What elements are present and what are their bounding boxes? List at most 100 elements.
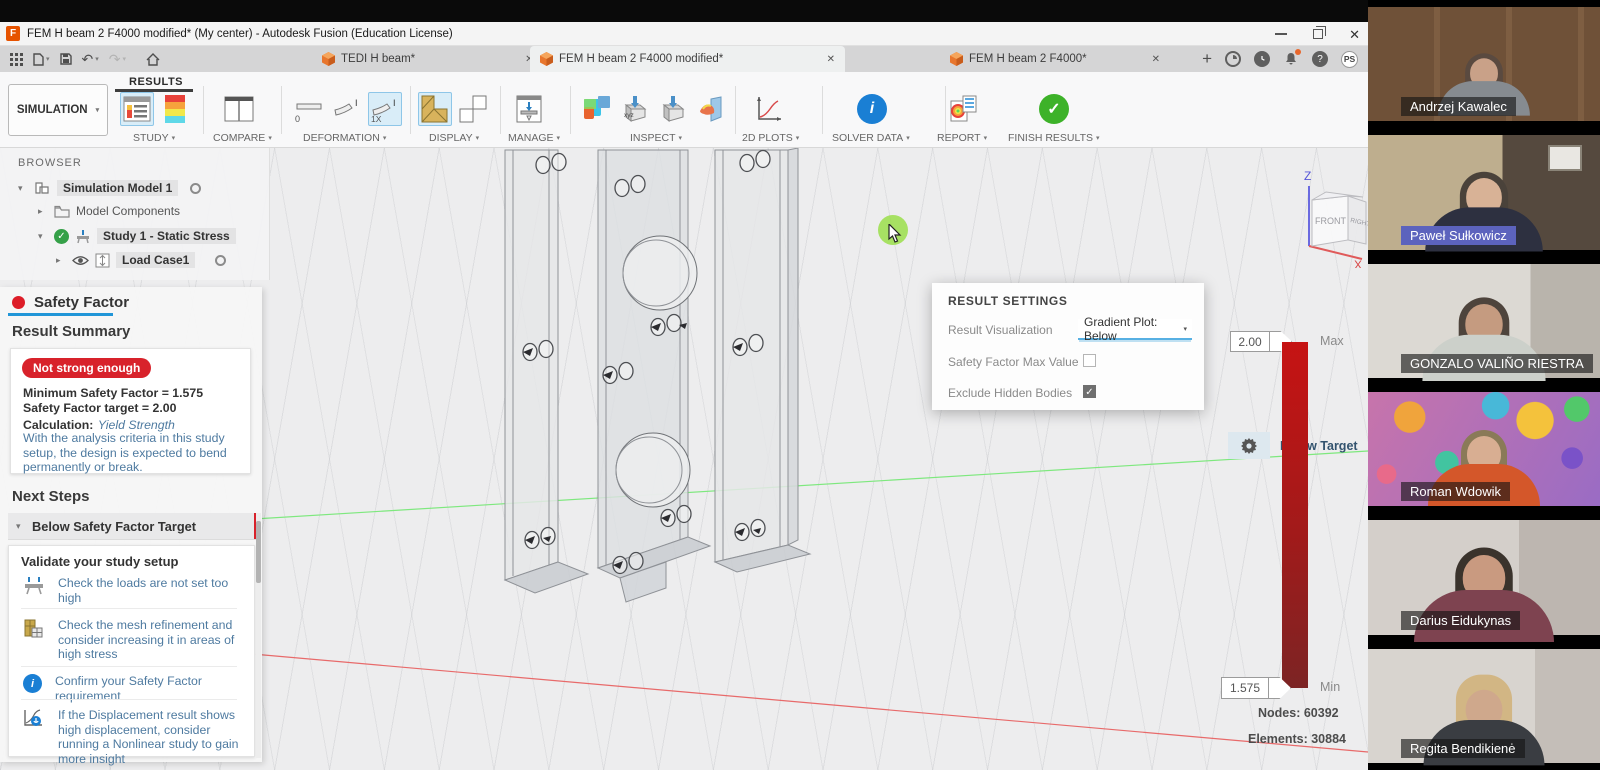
nodes-count: Nodes: 60392 bbox=[1258, 706, 1339, 720]
visibility-radio-icon[interactable] bbox=[190, 183, 201, 194]
new-tab-icon[interactable]: + bbox=[1202, 49, 1212, 69]
tree-item-study1[interactable]: ▾ ✓ Study 1 - Static Stress bbox=[38, 228, 236, 244]
group-display[interactable]: DISPLAY▾ bbox=[429, 132, 479, 144]
inspect-point-xyz-icon[interactable]: xyz bbox=[618, 92, 652, 126]
group-study[interactable]: STUDY▾ bbox=[133, 132, 175, 144]
next-step-nonlinear[interactable]: If the Displacement result shows high di… bbox=[23, 708, 242, 766]
tab-tedi-h-beam[interactable]: TEDI H beam* ✕ bbox=[312, 46, 544, 72]
h-beam-model[interactable] bbox=[430, 148, 890, 628]
meeting-participants-strip: Andrzej Kawalec Paweł Sułkowicz bbox=[1368, 0, 1600, 770]
eye-icon[interactable] bbox=[72, 255, 89, 266]
study-legend-icon[interactable] bbox=[158, 92, 192, 126]
chevron-down-icon[interactable]: ▾ bbox=[38, 231, 48, 242]
group-report[interactable]: REPORT▾ bbox=[937, 132, 987, 144]
legend-max-label: Max bbox=[1320, 334, 1344, 348]
chevron-right-icon[interactable]: ▸ bbox=[56, 255, 66, 266]
svg-text:I: I bbox=[355, 98, 358, 108]
close-tab-icon[interactable]: ✕ bbox=[827, 54, 835, 65]
restore-icon[interactable] bbox=[1313, 29, 1323, 39]
report-icon[interactable] bbox=[946, 92, 980, 126]
tab-fem-h-beam-modified[interactable]: FEM H beam 2 F4000 modified* ✕ bbox=[530, 46, 845, 72]
visibility-radio-icon[interactable] bbox=[215, 255, 226, 266]
title-bar: F FEM H beam 2 F4000 modified* (My cente… bbox=[0, 22, 1368, 46]
participant-tile[interactable]: Roman Wdowik bbox=[1368, 385, 1600, 513]
tree-item-simulation-model[interactable]: ▾ Simulation Model 1 bbox=[18, 180, 201, 196]
caret-down-icon: ▾ bbox=[46, 55, 50, 63]
notifications-bell-icon[interactable] bbox=[1283, 51, 1299, 67]
participant-tile[interactable]: Darius Eidukynas bbox=[1368, 513, 1600, 641]
min-safety-factor: Minimum Safety Factor = 1.575 bbox=[23, 386, 203, 400]
top-letterbox bbox=[0, 0, 1368, 22]
exclude-checkbox[interactable]: ✓ bbox=[1083, 385, 1096, 398]
inspect-slice-plane-icon[interactable] bbox=[694, 92, 728, 126]
participant-name: Roman Wdowik bbox=[1401, 482, 1510, 501]
component-icon bbox=[34, 180, 51, 196]
group-manage[interactable]: MANAGE▾ bbox=[508, 132, 560, 144]
app-grid-icon[interactable] bbox=[10, 53, 23, 66]
deformation-actual-icon[interactable]: I bbox=[330, 92, 364, 126]
fusion-document-icon bbox=[540, 52, 553, 66]
panel-scrollbar[interactable] bbox=[256, 513, 261, 758]
svg-text:Z: Z bbox=[1304, 169, 1311, 183]
svg-text:RIGHT: RIGHT bbox=[1350, 217, 1368, 228]
loads-icon bbox=[23, 576, 45, 596]
ribbon-tab-results[interactable]: RESULTS bbox=[129, 76, 183, 88]
result-description: With the analysis criteria in this study… bbox=[23, 431, 243, 475]
participant-tile[interactable]: Andrzej Kawalec bbox=[1368, 0, 1600, 128]
tree-item-load-case[interactable]: ▸ Load Case1 bbox=[56, 252, 226, 268]
compare-icon[interactable] bbox=[222, 92, 256, 126]
safety-factor-target: Safety Factor target = 2.00 bbox=[23, 401, 176, 415]
workspace-selector[interactable]: SIMULATION ▾ bbox=[8, 84, 108, 136]
svg-text:I: I bbox=[393, 98, 396, 108]
display-mesh-icon[interactable] bbox=[418, 92, 452, 126]
job-status-icon[interactable] bbox=[1225, 51, 1241, 67]
close-icon[interactable]: ✕ bbox=[1349, 28, 1360, 41]
max-value-checkbox[interactable] bbox=[1083, 354, 1096, 367]
below-target-section-header[interactable]: ▾ Below Safety Factor Target bbox=[8, 513, 260, 540]
finish-results-icon[interactable]: ✓ bbox=[1037, 92, 1071, 126]
group-solver-data[interactable]: SOLVER DATA▾ bbox=[832, 132, 910, 144]
minimize-icon[interactable] bbox=[1275, 33, 1287, 35]
participant-tile[interactable]: Paweł Sułkowicz bbox=[1368, 128, 1600, 256]
user-avatar[interactable]: PS bbox=[1341, 51, 1358, 68]
tab-fem-h-beam[interactable]: FEM H beam 2 F4000* ✕ bbox=[940, 46, 1170, 72]
participant-tile[interactable]: Regita Bendikienė bbox=[1368, 642, 1600, 770]
close-tab-icon[interactable]: ✕ bbox=[1152, 54, 1160, 65]
home-icon[interactable] bbox=[146, 53, 160, 66]
visualization-dropdown[interactable]: Gradient Plot: Below ▾ bbox=[1078, 319, 1192, 340]
scrollbar-thumb[interactable] bbox=[256, 521, 261, 583]
chevron-right-icon[interactable]: ▸ bbox=[38, 206, 48, 217]
group-2d-plots[interactable]: 2D PLOTS▾ bbox=[742, 132, 799, 144]
group-compare[interactable]: COMPARE▾ bbox=[213, 132, 272, 144]
2d-plots-icon[interactable] bbox=[752, 92, 786, 126]
gear-icon bbox=[1241, 438, 1257, 454]
chevron-down-icon[interactable]: ▾ bbox=[18, 183, 28, 194]
manage-icon[interactable] bbox=[512, 92, 546, 126]
view-cube[interactable]: Z X FRONT RIGHT bbox=[1262, 156, 1368, 268]
deformation-scaled-icon[interactable]: I 1X bbox=[368, 92, 402, 126]
undo-icon[interactable]: ↶ ▾ bbox=[82, 51, 99, 68]
tree-item-model-components[interactable]: ▸ Model Components bbox=[38, 204, 180, 218]
display-grid-icon[interactable] bbox=[456, 92, 490, 126]
next-step-loads[interactable]: Check the loads are not set too high bbox=[23, 576, 242, 605]
svg-text:X: X bbox=[1354, 258, 1362, 268]
tab-label: FEM H beam 2 F4000* bbox=[969, 53, 1087, 65]
solver-data-icon[interactable]: i bbox=[855, 92, 889, 126]
recent-clock-icon[interactable] bbox=[1254, 51, 1270, 67]
legend-settings-button[interactable] bbox=[1228, 432, 1270, 459]
legend-min-value[interactable]: 1.575 bbox=[1221, 677, 1269, 699]
save-icon[interactable] bbox=[60, 53, 72, 65]
deformation-undeformed-icon[interactable]: 0 bbox=[292, 92, 326, 126]
group-finish-results[interactable]: FINISH RESULTS▾ bbox=[1008, 132, 1100, 144]
new-file-icon[interactable]: ▾ bbox=[33, 53, 50, 66]
inspect-result-details-icon[interactable] bbox=[580, 92, 614, 126]
help-icon[interactable]: ? bbox=[1312, 51, 1328, 67]
participant-tile[interactable]: GONZALO VALIÑO RIESTRA bbox=[1368, 257, 1600, 385]
participant-name: Darius Eidukynas bbox=[1401, 611, 1520, 630]
next-step-mesh[interactable]: Check the mesh refinement and consider i… bbox=[23, 618, 242, 662]
inspect-probe-icon[interactable] bbox=[656, 92, 690, 126]
legend-max-value[interactable]: 2.00 bbox=[1230, 331, 1270, 352]
group-inspect[interactable]: INSPECT▾ bbox=[630, 132, 682, 144]
study-results-icon[interactable] bbox=[120, 92, 154, 126]
group-deformation[interactable]: DEFORMATION▾ bbox=[303, 132, 386, 144]
